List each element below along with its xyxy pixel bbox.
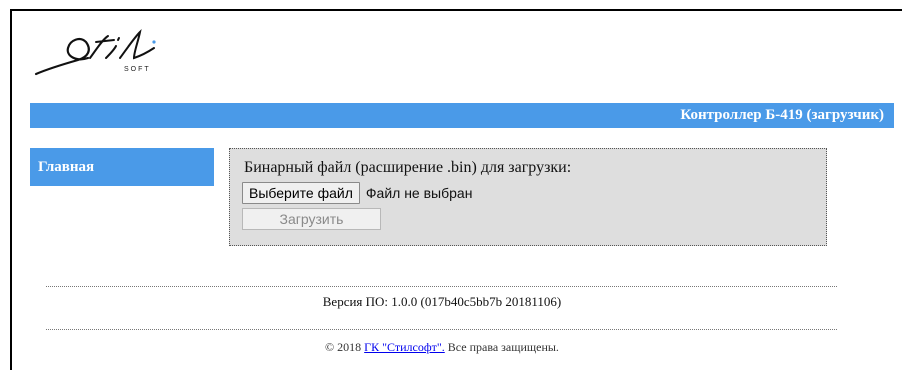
upload-label: Бинарный файл (расширение .bin) для загр… <box>244 159 572 176</box>
logo-soft-text: SOFT <box>124 66 151 73</box>
sidebar-item-home[interactable]: Главная <box>30 148 214 186</box>
copyright-suffix: Все права защищены. <box>444 340 559 354</box>
company-link[interactable]: ГК "Стилсофт". <box>364 340 445 354</box>
header-bar: Контроллер Б-419 (загрузчик) <box>30 103 894 128</box>
upload-button[interactable]: Загрузить <box>242 208 381 230</box>
upload-panel: Бинарный файл (расширение .bin) для загр… <box>229 148 827 246</box>
choose-file-button[interactable]: Выберите файл <box>242 182 360 204</box>
frame-left-border <box>10 9 12 370</box>
footer-divider-bottom <box>46 329 837 330</box>
file-input[interactable]: Выберите файл Файл не выбран <box>242 181 472 205</box>
copyright-prefix: © 2018 <box>325 340 365 354</box>
frame-top-border <box>10 9 902 11</box>
copyright: © 2018 ГК "Стилсофт". Все права защищены… <box>0 340 884 355</box>
stilsoft-logo: SOFT <box>30 24 170 80</box>
sidebar-item-label: Главная <box>38 159 95 175</box>
footer-divider-top <box>46 286 837 287</box>
version-text: Версия ПО: 1.0.0 (017b40c5bb7b 20181106) <box>322 294 562 309</box>
file-status: Файл не выбран <box>365 185 473 201</box>
page-title: Контроллер Б-419 (загрузчик) <box>680 107 884 123</box>
